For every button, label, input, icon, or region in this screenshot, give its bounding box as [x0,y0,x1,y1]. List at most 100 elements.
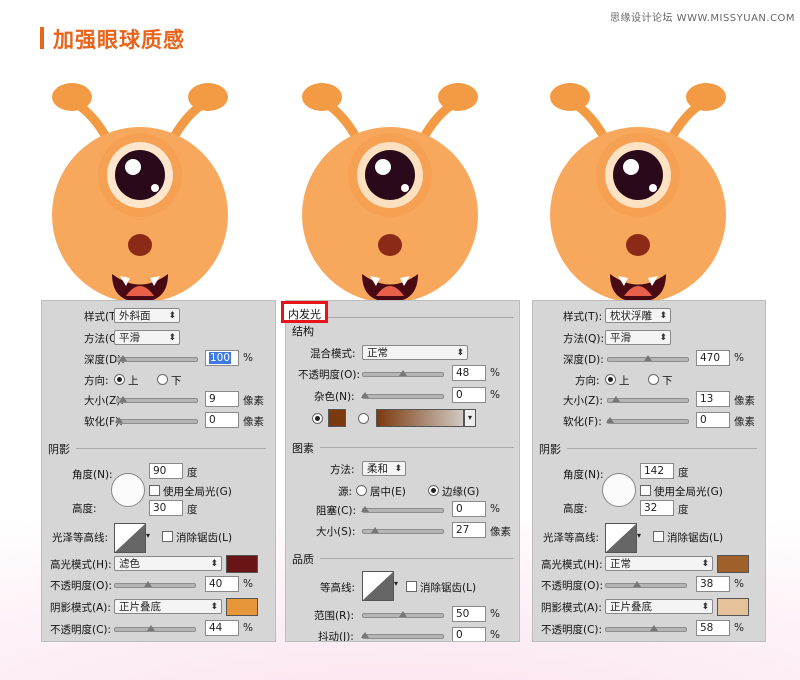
shadow-opacity-input[interactable]: 44 [205,620,239,636]
jitter-label: 抖动(J): [318,631,354,642]
highlight-color-swatch[interactable] [226,555,258,573]
highlight-mode-select[interactable]: 正常 [605,556,713,572]
shadow-opacity-slider[interactable] [114,625,196,632]
size-slider[interactable] [116,396,198,403]
method-select[interactable]: 平滑 [114,330,180,346]
style-select[interactable]: 枕状浮雕 [605,308,671,324]
highlight-mode-label: 高光模式(H): [50,559,112,571]
chevron-down-icon[interactable]: ▾ [394,579,398,588]
technique-label: 方法: [330,464,355,476]
blend-mode-select[interactable]: 正常 [362,345,468,361]
direction-up-label: 上 [128,375,139,387]
size-input[interactable]: 9 [205,391,239,407]
highlight-opacity-slider[interactable] [114,581,196,588]
chevron-down-icon[interactable]: ▾ [146,531,150,540]
shadow-mode-select[interactable]: 正片叠底 [114,599,222,615]
global-light-checkbox[interactable] [149,485,160,496]
opacity-input[interactable]: 48 [452,365,486,381]
choke-label: 阻塞(C): [316,505,357,517]
chevron-down-icon[interactable]: ▾ [637,531,641,540]
antialias-checkbox[interactable] [653,531,664,542]
depth-slider[interactable] [116,355,198,362]
depth-slider[interactable] [607,355,689,362]
soften-slider[interactable] [115,417,198,424]
altitude-label: 高度: [563,503,588,515]
range-slider[interactable] [362,611,444,618]
antialias-label: 消除锯齿(L) [420,582,477,594]
angle-dial[interactable] [111,473,145,507]
size-slider[interactable] [607,396,689,403]
shadow-color-swatch[interactable] [226,598,258,616]
jitter-slider[interactable] [361,632,444,639]
shadow-opacity-slider[interactable] [605,625,687,632]
soften-slider[interactable] [606,417,689,424]
direction-down-radio[interactable] [648,374,659,385]
size-label: 大小(S): [316,526,356,538]
altitude-unit: 度 [678,504,689,516]
opacity-slider[interactable] [362,370,444,377]
gradient-radio[interactable] [358,413,369,424]
chevron-down-icon[interactable]: ▾ [464,409,476,427]
bevel-panel-right: 样式(T): 枕状浮雕 方法(Q): 平滑 深度(D): 470 % 方向: 上… [532,300,766,642]
technique-select[interactable]: 柔和 [362,461,406,477]
depth-input[interactable]: 470 [696,350,730,366]
style-select[interactable]: 外斜面 [114,308,180,324]
antialias-checkbox[interactable] [406,581,417,592]
shadow-mode-label: 阴影模式(A): [541,602,602,614]
size-input[interactable]: 27 [452,522,486,538]
shadow-opacity-unit: % [734,622,744,634]
inner-glow-tab[interactable]: 内发光 [281,301,328,323]
shadow-mode-select[interactable]: 正片叠底 [605,599,713,615]
solid-color-radio[interactable] [312,413,323,424]
angle-input[interactable]: 90 [149,463,183,479]
highlight-opacity-input[interactable]: 40 [205,576,239,592]
monster-illustration-3 [550,83,726,303]
jitter-input[interactable]: 0 [452,627,486,641]
inner-glow-panel: 结构 混合模式: 正常 不透明度(O): 48 % 杂色(N): 0 % ▾ 图… [285,300,520,642]
global-light-label: 使用全局光(G) [654,486,723,498]
angle-label: 角度(N): [72,469,113,481]
highlight-opacity-input[interactable]: 38 [696,576,730,592]
direction-up-radio[interactable] [605,374,616,385]
direction-label: 方向: [84,375,109,387]
section-divider [320,447,514,448]
noise-input[interactable]: 0 [452,387,486,403]
gloss-contour-picker[interactable] [605,523,637,553]
size-input[interactable]: 13 [696,391,730,407]
shadow-opacity-input[interactable]: 58 [696,620,730,636]
shadow-opacity-label: 不透明度(C): [541,624,603,636]
altitude-input[interactable]: 32 [640,500,674,516]
gloss-contour-picker[interactable] [114,523,146,553]
size-slider[interactable] [362,527,444,534]
altitude-input[interactable]: 30 [149,500,183,516]
global-light-checkbox[interactable] [640,485,651,496]
opacity-label: 不透明度(O): [298,369,360,381]
depth-unit: % [734,352,744,364]
highlight-color-swatch[interactable] [717,555,749,573]
choke-input[interactable]: 0 [452,501,486,517]
soften-input[interactable]: 0 [696,412,730,428]
angle-input[interactable]: 142 [640,463,674,479]
highlight-mode-select[interactable]: 滤色 [114,556,222,572]
shadow-color-swatch[interactable] [717,598,749,616]
altitude-label: 高度: [72,503,97,515]
highlight-opacity-label: 不透明度(O): [541,580,603,592]
method-select[interactable]: 平滑 [605,330,671,346]
source-center-radio[interactable] [356,485,367,496]
antialias-checkbox[interactable] [162,531,173,542]
noise-slider[interactable] [361,392,444,399]
soften-input[interactable]: 0 [205,412,239,428]
bevel-panel-left: 样式(T): 外斜面 方法(Q): 平滑 深度(D): 100 % 方向: 上 … [41,300,276,642]
direction-down-radio[interactable] [157,374,168,385]
source-edge-radio[interactable] [428,485,439,496]
depth-input[interactable]: 100 [205,350,239,366]
contour-picker[interactable] [362,571,394,601]
glow-color-swatch[interactable] [328,409,346,427]
glow-gradient-swatch[interactable] [376,409,464,427]
direction-down-label: 下 [171,375,182,387]
choke-slider[interactable] [361,506,444,513]
highlight-opacity-slider[interactable] [605,581,687,588]
angle-dial[interactable] [602,473,636,507]
direction-up-radio[interactable] [114,374,125,385]
range-input[interactable]: 50 [452,606,486,622]
